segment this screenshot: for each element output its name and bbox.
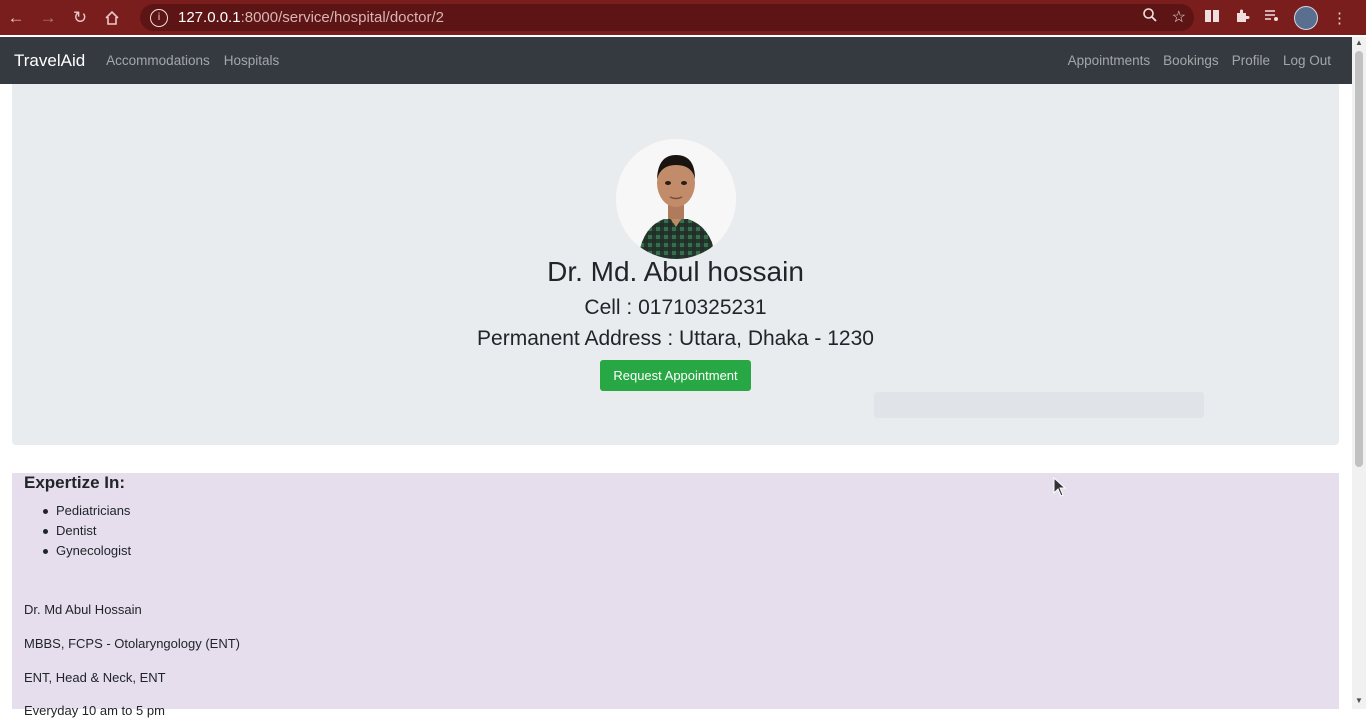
address-bar[interactable]: i 127.0.0.1:8000/service/hospital/doctor…: [140, 4, 1194, 31]
expertise-list: Pediatricians Dentist Gynecologist: [42, 501, 131, 561]
list-item: Dentist: [42, 521, 131, 541]
doctor-degrees: MBBS, FCPS - Otolaryngology (ENT): [24, 636, 240, 651]
kebab-menu-icon[interactable]: ⋮: [1332, 9, 1347, 27]
scroll-up-icon[interactable]: ▲: [1352, 37, 1366, 49]
bookmark-star-icon[interactable]: ☆: [1172, 7, 1186, 28]
url-host: 127.0.0.1: [178, 9, 241, 26]
back-icon[interactable]: ←: [0, 0, 32, 35]
profile-avatar-icon[interactable]: [1294, 5, 1318, 30]
url-path: :8000/service/hospital/doctor/2: [240, 9, 445, 26]
notification-toast: [874, 392, 1204, 418]
brand-link[interactable]: TravelAid: [14, 51, 85, 71]
request-appointment-button[interactable]: Request Appointment: [600, 360, 751, 391]
nav-bookings[interactable]: Bookings: [1163, 53, 1219, 68]
site-info-icon[interactable]: i: [150, 8, 168, 27]
nav-logout[interactable]: Log Out: [1283, 53, 1331, 68]
doctor-address: Permanent Address : Uttara, Dhaka - 1230: [477, 327, 874, 350]
doctor-cell: Cell : 01710325231: [584, 296, 767, 319]
reload-icon[interactable]: ↻: [64, 0, 96, 35]
nav-appointments[interactable]: Appointments: [1068, 53, 1151, 68]
site-navbar: TravelAid Accommodations Hospitals Appoi…: [0, 37, 1352, 84]
media-icon[interactable]: [1264, 9, 1280, 27]
expertise-title: Expertize In:: [24, 473, 126, 492]
browser-toolbar: ← → ↻ i 127.0.0.1:8000/service/hospital/…: [0, 0, 1366, 35]
zoom-icon[interactable]: [1142, 7, 1158, 28]
nav-accommodations[interactable]: Accommodations: [106, 53, 210, 68]
forward-icon[interactable]: →: [32, 0, 64, 35]
doctor-photo: [616, 139, 736, 259]
list-item: Gynecologist: [42, 541, 131, 561]
nav-hospitals[interactable]: Hospitals: [224, 53, 280, 68]
mouse-cursor-icon: [1053, 476, 1067, 502]
list-item: Pediatricians: [42, 501, 131, 521]
doctor-specialty: ENT, Head & Neck, ENT: [24, 670, 166, 685]
home-icon[interactable]: [96, 0, 128, 35]
extensions-icon[interactable]: [1234, 8, 1250, 28]
doctor-name: Dr. Md. Abul hossain: [547, 256, 804, 287]
doctor-hours: Everyday 10 am to 5 pm: [24, 703, 165, 718]
scroll-thumb[interactable]: [1355, 51, 1363, 467]
nav-profile[interactable]: Profile: [1232, 53, 1270, 68]
reading-mode-icon[interactable]: [1204, 9, 1220, 27]
scroll-down-icon[interactable]: ▼: [1352, 695, 1366, 707]
doctor-details: Expertize In: Pediatricians Dentist Gyne…: [12, 473, 1339, 718]
page-scrollbar[interactable]: ▲ ▼: [1352, 37, 1366, 709]
url-text: 127.0.0.1:8000/service/hospital/doctor/2: [178, 9, 444, 26]
doctor-full-name: Dr. Md Abul Hossain: [24, 602, 142, 617]
doctor-header: Dr. Md. Abul hossain Cell : 01710325231 …: [12, 84, 1339, 445]
